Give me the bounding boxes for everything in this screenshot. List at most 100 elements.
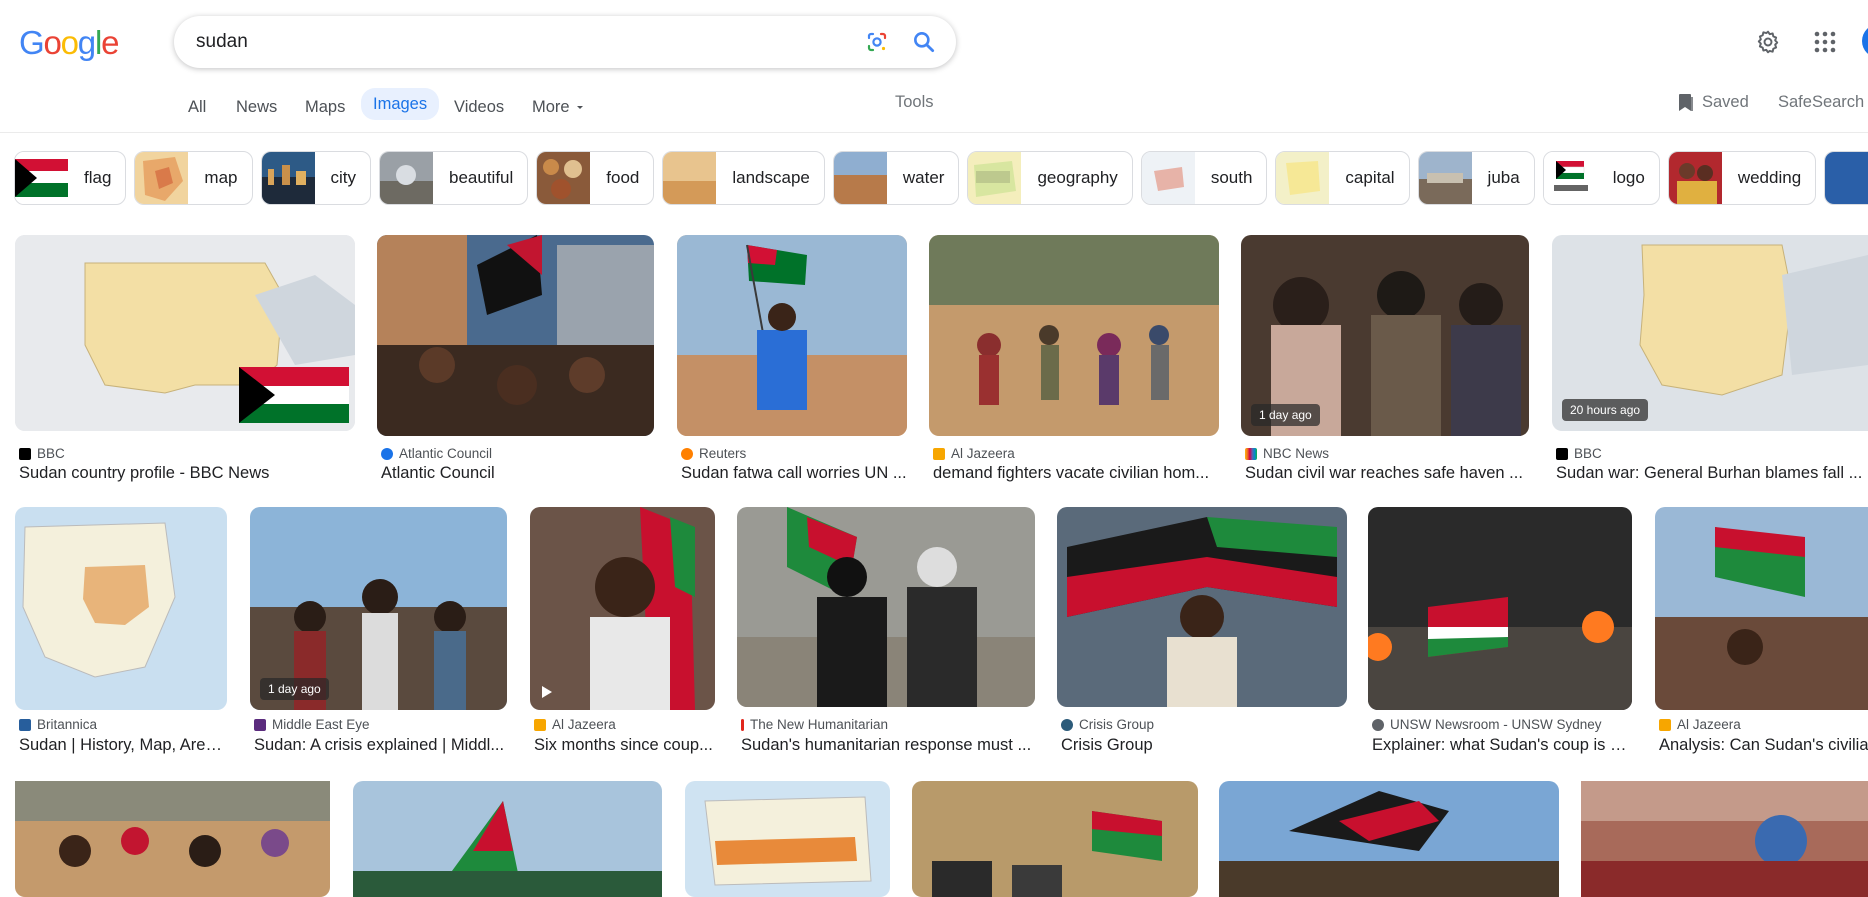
- tools-button[interactable]: Tools: [895, 93, 934, 112]
- apps-grid-icon[interactable]: [1813, 30, 1837, 54]
- image-result[interactable]: 1 day ago NBC News Sudan civil war reach…: [1241, 235, 1529, 490]
- result-source[interactable]: Reuters: [681, 446, 746, 461]
- result-source[interactable]: Al Jazeera: [534, 717, 616, 732]
- source-label: NBC News: [1263, 446, 1330, 461]
- result-source[interactable]: Middle East Eye: [254, 717, 370, 732]
- result-source[interactable]: UNSW Newsroom - UNSW Sydney: [1372, 717, 1602, 732]
- result-thumbnail[interactable]: [530, 507, 715, 710]
- tab-videos[interactable]: Videos: [454, 93, 504, 121]
- google-logo[interactable]: Google: [19, 24, 119, 62]
- result-thumbnail[interactable]: 1 day ago: [1241, 235, 1529, 436]
- chip-thumbnail: [1543, 152, 1597, 204]
- result-source[interactable]: Crisis Group: [1061, 717, 1154, 732]
- result-title[interactable]: Atlantic Council: [381, 464, 654, 483]
- chip-beautiful[interactable]: beautiful: [379, 151, 529, 205]
- image-result[interactable]: 1 day ago Middle East Eye Sudan: A crisi…: [250, 507, 507, 762]
- bookmark-icon: [1679, 94, 1693, 111]
- result-source[interactable]: Britannica: [19, 717, 97, 732]
- result-title[interactable]: Sudan war: General Burhan blames fall ..…: [1556, 464, 1868, 483]
- result-title[interactable]: Sudan's humanitarian response must ...: [741, 736, 1035, 755]
- image-result[interactable]: 20 hours ago BBC Sudan war: General Burh…: [1552, 235, 1868, 490]
- result-title[interactable]: Sudan fatwa call worries UN ...: [681, 464, 907, 483]
- result-thumbnail[interactable]: [1655, 507, 1868, 710]
- chip-thumbnail: [968, 152, 1022, 204]
- result-thumbnail[interactable]: [685, 781, 890, 897]
- chip-map[interactable]: map: [134, 151, 253, 205]
- result-thumbnail[interactable]: 1 day ago: [250, 507, 507, 710]
- chip-landscape[interactable]: landscape: [662, 151, 825, 205]
- saved-button[interactable]: Saved: [1678, 93, 1749, 112]
- chip-juba[interactable]: juba: [1417, 151, 1535, 205]
- chip-logo[interactable]: logo: [1542, 151, 1660, 205]
- search-input[interactable]: [196, 31, 836, 53]
- result-source[interactable]: Al Jazeera: [933, 446, 1015, 461]
- chip-wedding[interactable]: wedding: [1667, 151, 1817, 205]
- result-source[interactable]: NBC News: [1245, 446, 1329, 461]
- search-icon[interactable]: [911, 29, 937, 55]
- chip-city[interactable]: city: [260, 151, 371, 205]
- chip-more[interactable]: [1824, 151, 1868, 205]
- result-title[interactable]: Analysis: Can Sudan's civilian: [1659, 736, 1868, 755]
- source-label: BBC: [37, 446, 65, 461]
- tab-maps[interactable]: Maps: [305, 93, 345, 121]
- result-thumbnail[interactable]: [1219, 781, 1559, 897]
- chip-geography[interactable]: geography: [967, 151, 1133, 205]
- image-result[interactable]: UNSW Newsroom - UNSW Sydney Explainer: w…: [1368, 507, 1632, 762]
- result-title[interactable]: Crisis Group: [1061, 736, 1347, 755]
- tab-more-label: More: [532, 97, 570, 116]
- result-thumbnail[interactable]: [677, 235, 907, 436]
- result-thumbnail[interactable]: [377, 235, 654, 436]
- tab-all[interactable]: All: [188, 93, 206, 121]
- result-source[interactable]: The New Humanitarian: [741, 717, 888, 732]
- source-label: Crisis Group: [1079, 717, 1155, 732]
- result-thumbnail[interactable]: [912, 781, 1198, 897]
- avatar[interactable]: [1862, 24, 1868, 58]
- chip-south[interactable]: south: [1140, 151, 1268, 205]
- result-title[interactable]: Six months since coup...: [534, 736, 715, 755]
- image-result[interactable]: Al Jazeera Six months since coup...: [530, 507, 715, 762]
- britannica-icon: [19, 718, 31, 731]
- result-title[interactable]: Sudan civil war reaches safe haven ...: [1245, 464, 1529, 483]
- result-thumbnail[interactable]: [1368, 507, 1632, 710]
- chip-label: water: [902, 168, 945, 187]
- chip-flag[interactable]: flag: [14, 151, 127, 205]
- image-result[interactable]: Reuters Sudan fatwa call worries UN ...: [677, 235, 907, 490]
- chip-food[interactable]: food: [536, 151, 655, 205]
- result-source[interactable]: BBC: [1556, 446, 1602, 461]
- result-title[interactable]: demand fighters vacate civilian hom...: [933, 464, 1219, 483]
- result-thumbnail[interactable]: 20 hours ago: [1552, 235, 1868, 431]
- result-thumbnail[interactable]: [15, 781, 330, 897]
- image-result[interactable]: Al Jazeera demand fighters vacate civili…: [929, 235, 1219, 490]
- result-source[interactable]: BBC: [19, 446, 65, 461]
- image-result[interactable]: Crisis Group Crisis Group: [1057, 507, 1347, 762]
- result-title[interactable]: Sudan | History, Map, Area,...: [19, 736, 227, 755]
- result-thumbnail[interactable]: [1057, 507, 1347, 707]
- result-thumbnail[interactable]: [929, 235, 1219, 436]
- result-thumbnail[interactable]: [1581, 781, 1868, 897]
- result-thumbnail[interactable]: [353, 781, 662, 897]
- result-title[interactable]: Explainer: what Sudan's coup is a...: [1372, 736, 1632, 755]
- image-result[interactable]: Al Jazeera Analysis: Can Sudan's civilia…: [1655, 507, 1868, 762]
- google-lens-icon[interactable]: [865, 30, 889, 54]
- result-thumbnail[interactable]: [737, 507, 1035, 707]
- result-thumbnail[interactable]: [15, 235, 355, 431]
- chip-thumbnail: [1825, 152, 1868, 204]
- result-source[interactable]: Al Jazeera: [1659, 717, 1741, 732]
- tab-images[interactable]: Images: [361, 88, 440, 120]
- search-bar[interactable]: [174, 16, 956, 68]
- chip-capital[interactable]: capital: [1275, 151, 1410, 205]
- chip-thumbnail: [1141, 152, 1195, 204]
- image-result[interactable]: The New Humanitarian Sudan's humanitaria…: [737, 507, 1035, 762]
- chip-water[interactable]: water: [832, 151, 960, 205]
- safesearch-button[interactable]: SafeSearch: [1778, 93, 1864, 112]
- image-result[interactable]: Atlantic Council Atlantic Council: [377, 235, 654, 490]
- result-title[interactable]: Sudan country profile - BBC News: [19, 464, 355, 483]
- result-title[interactable]: Sudan: A crisis explained | Middl...: [254, 736, 507, 755]
- gear-icon[interactable]: [1755, 29, 1781, 55]
- result-thumbnail[interactable]: [15, 507, 227, 710]
- image-result[interactable]: Britannica Sudan | History, Map, Area,..…: [15, 507, 227, 762]
- result-source[interactable]: Atlantic Council: [381, 446, 492, 461]
- tab-more[interactable]: More: [532, 93, 585, 121]
- tab-news[interactable]: News: [236, 93, 277, 121]
- image-result[interactable]: BBC Sudan country profile - BBC News: [15, 235, 355, 490]
